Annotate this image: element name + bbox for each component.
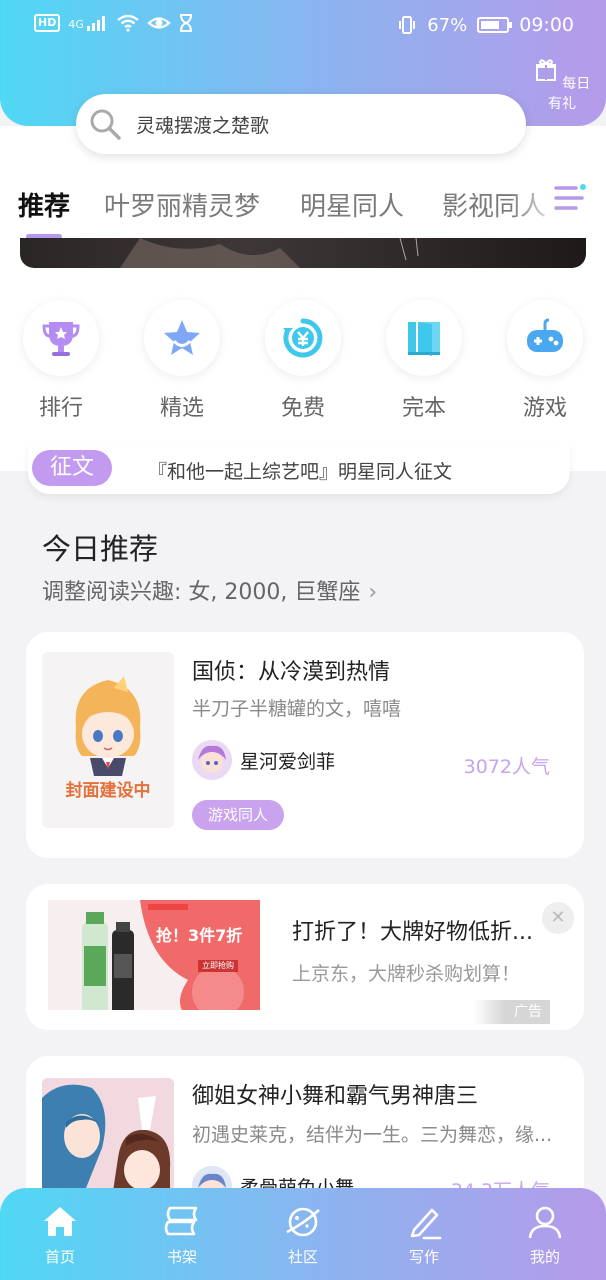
genre-tag[interactable]: 游戏同人 — [192, 800, 285, 830]
section-title: 今日推荐 — [42, 532, 159, 566]
category-tabs: 推荐 叶罗丽精灵梦 明星同人 影视同人 — [0, 176, 606, 239]
search-input[interactable]: 灵魂摆渡之楚歌 — [136, 111, 269, 138]
book-title: 御姐女神小舞和霸气男神唐三 — [192, 1084, 479, 1109]
category-menu-icon[interactable] — [552, 182, 588, 214]
vibrate-icon — [399, 16, 416, 34]
quick-link-featured[interactable]: 精选 — [142, 300, 222, 422]
ad-badge: 广告 — [474, 1000, 550, 1024]
search-bar[interactable]: 灵魂摆渡之楚歌 — [76, 94, 526, 154]
tab-recommend[interactable]: 推荐 — [18, 186, 70, 223]
nav-home[interactable]: 首页 — [20, 1202, 100, 1267]
free-coin-icon — [283, 318, 323, 358]
nav-label: 书架 — [166, 1248, 197, 1266]
quick-link-label: 完本 — [401, 396, 446, 421]
bookshelf-icon — [164, 1206, 198, 1236]
home-icon — [44, 1207, 76, 1236]
cover-placeholder-text: 封面建设中 — [65, 781, 151, 801]
nav-label: 我的 — [529, 1248, 560, 1266]
chevron-right-icon: › — [368, 580, 378, 605]
quick-link-label: 精选 — [159, 396, 204, 421]
star-icon — [164, 320, 200, 355]
popularity-count: 3072人气 — [463, 756, 550, 778]
book-icon — [408, 322, 440, 356]
book-description: 半刀子半糖罐的文，嘻嘻 — [192, 698, 402, 720]
quick-link-label: 游戏 — [522, 396, 567, 421]
status-bar: HD 4G 67% 09:00 — [0, 0, 606, 52]
cover-placeholder-image — [75, 676, 141, 776]
network-label: 4G — [68, 18, 84, 31]
book-cover — [42, 1078, 174, 1198]
nav-bookshelf[interactable]: 书架 — [142, 1202, 222, 1267]
search-icon — [90, 109, 121, 140]
reading-preference-link[interactable]: 调整阅读兴趣: 女, 2000, 巨蟹座 › — [42, 574, 377, 606]
nav-profile[interactable]: 我的 — [505, 1202, 585, 1267]
avatar — [192, 740, 232, 780]
quick-link-label: 排行 — [38, 396, 83, 421]
contest-notice[interactable]: 征文 『和他一起上综艺吧』明星同人征文 — [28, 444, 570, 494]
trophy-icon — [42, 322, 80, 356]
book-description: 初遇史莱克，结伴为一生。三为舞恋，缘... — [192, 1124, 553, 1146]
planet-icon — [286, 1207, 320, 1237]
close-icon[interactable]: ✕ — [542, 902, 574, 934]
pen-icon — [410, 1208, 442, 1240]
battery-icon — [477, 17, 513, 33]
ad-image-headline: 抢！3件7折 — [156, 926, 243, 945]
nav-label: 写作 — [408, 1248, 439, 1266]
user-icon — [528, 1206, 562, 1239]
ad-image-button: 立即抢购 — [202, 961, 234, 970]
nav-label: 首页 — [44, 1248, 75, 1266]
tab-star-fanfic[interactable]: 明星同人 — [300, 186, 404, 223]
author-info[interactable]: 星河爱剑菲 — [192, 740, 335, 780]
hourglass-icon — [180, 14, 193, 32]
ad-description: 上京东，大牌秒杀购划算！ — [292, 963, 521, 985]
gamepad-icon — [527, 318, 563, 352]
author-name: 星河爱剑菲 — [240, 750, 336, 773]
quick-link-games[interactable]: 游戏 — [505, 300, 585, 422]
contest-text[interactable]: 『和他一起上综艺吧』明星同人征文 — [148, 457, 452, 484]
quick-link-ranking[interactable]: 排行 — [21, 300, 101, 422]
ad-title: 打折了！大牌好物低折... — [292, 920, 533, 945]
nav-community[interactable]: 社区 — [263, 1202, 343, 1267]
bottom-navigation: 首页 书架 社区 写作 我的 — [0, 1188, 606, 1280]
ad-image: 抢！3件7折 立即抢购 — [48, 900, 260, 1024]
wifi-icon — [117, 14, 140, 32]
tab-yeluoli[interactable]: 叶罗丽精灵梦 — [104, 186, 260, 223]
signal-icon: 4G — [68, 15, 109, 31]
quick-link-free[interactable]: 免费 — [263, 300, 343, 422]
quick-link-completed[interactable]: 完本 — [384, 300, 464, 422]
contest-tag: 征文 — [32, 450, 112, 486]
eye-icon — [147, 17, 172, 29]
reading-preference-text: 调整阅读兴趣: 女, 2000, 巨蟹座 — [42, 580, 361, 605]
gift-icon — [535, 59, 556, 81]
ad-card[interactable]: 抢！3件7折 立即抢购 打折了！大牌好物低折... 上京东，大牌秒杀购划算！ ✕… — [26, 884, 584, 1030]
book-card[interactable]: 封面建设中 国侦：从冷漠到热情 半刀子半糖罐的文，嘻嘻 星河爱剑菲 3072人气… — [26, 632, 584, 858]
nav-label: 社区 — [287, 1248, 318, 1266]
quick-link-label: 免费 — [280, 396, 325, 421]
daily-gift-button[interactable]: 每日有礼 — [530, 58, 594, 113]
nav-write[interactable]: 写作 — [384, 1202, 464, 1267]
banner-carousel[interactable] — [20, 238, 586, 268]
book-cover: 封面建设中 — [42, 652, 174, 828]
clock: 09:00 — [519, 14, 574, 36]
hd-badge: HD — [34, 14, 61, 32]
book-title: 国侦：从冷漠到热情 — [192, 660, 391, 685]
battery-percent: 67% — [427, 14, 468, 36]
banner-image — [120, 238, 419, 268]
